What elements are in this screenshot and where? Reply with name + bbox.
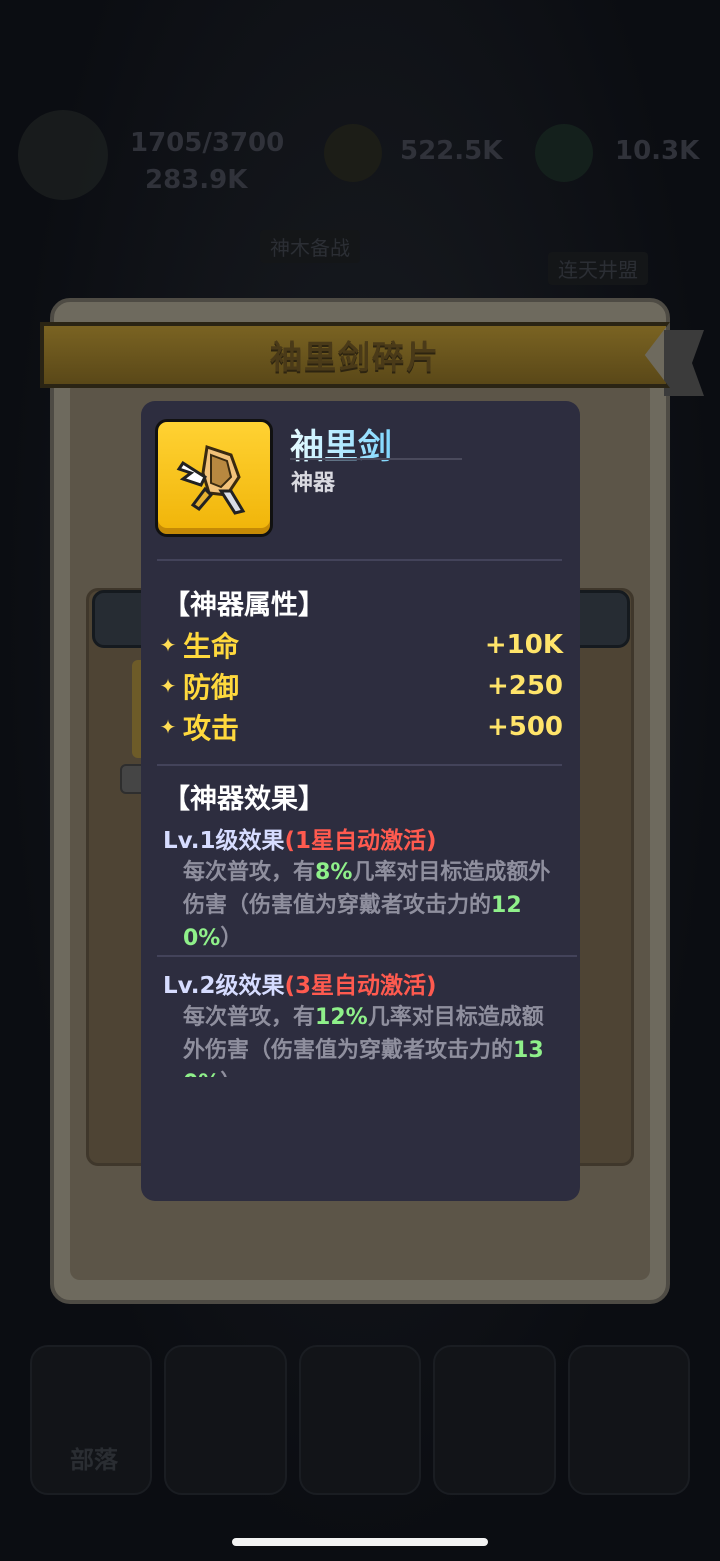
item-tooltip-card: 袖里剑 神器 【神器属性】 ✦ 生命 +10K ✦ 防御 +250 ✦ 攻击 +… [141, 401, 580, 1201]
sparkle-icon: ✦ [159, 674, 177, 698]
effects-title: 【神器效果】 [163, 784, 325, 815]
effect-level-1-title: Lv.1级效果(1星自动激活) [163, 821, 437, 855]
stat-row-hp: ✦ 生命 +10K [155, 626, 563, 664]
effect-level-2-title: Lv.2级效果(3星自动激活) [163, 966, 437, 1000]
desc-highlight: 8% [315, 860, 353, 885]
stat-name: 攻击 [183, 712, 240, 745]
hud-coins-text: 522.5K [400, 136, 503, 166]
hud-event-label: 神木备战 [260, 230, 360, 263]
item-name: 袖里剑 [290, 419, 392, 468]
panel-title-ribbon: 袖里剑碎片 [40, 322, 670, 388]
divider [157, 955, 577, 957]
player-avatar [18, 110, 108, 200]
home-indicator[interactable] [232, 1538, 488, 1546]
divider [157, 764, 562, 766]
effect-activation: (1星自动激活) [284, 828, 437, 854]
coin-icon [324, 124, 382, 182]
stat-row-attack: ✦ 攻击 +500 [155, 708, 563, 746]
stat-value: +10K [484, 630, 563, 660]
effect-level-label: Lv.1级效果 [163, 828, 285, 854]
hud-gems-text: 10.3K [615, 136, 700, 166]
sparkle-icon: ✦ [159, 633, 177, 657]
desc-text: 每次普攻，有 [183, 860, 316, 885]
item-type: 神器 [291, 471, 336, 496]
sparkle-icon: ✦ [159, 715, 177, 739]
hud-event-label-2: 连天井盟 [548, 252, 648, 285]
hud-progress-text: 1705/3700 [130, 128, 285, 158]
bottom-navigation [30, 1345, 691, 1495]
hidden-blade-icon [155, 419, 273, 537]
stat-name: 防御 [183, 671, 240, 704]
effect-activation: (3星自动激活) [284, 973, 437, 999]
nav-slot [298, 1345, 422, 1495]
desc-text: ） [220, 1071, 242, 1077]
effect-level-1-desc: 每次普攻，有8%几率对目标造成额外伤害（伤害值为穿戴者攻击力的120%） [183, 856, 563, 955]
stat-value: +250 [486, 671, 563, 701]
gem-icon [535, 124, 593, 182]
attributes-title: 【神器属性】 [163, 590, 325, 621]
effect-level-label: Lv.2级效果 [163, 973, 285, 999]
desc-text: ） [220, 926, 243, 951]
desc-text: 每次普攻，有 [183, 1005, 316, 1030]
nav-tribe-label: 部落 [70, 1446, 118, 1474]
nav-slot [433, 1345, 556, 1495]
panel-title: 袖里剑碎片 [269, 338, 440, 376]
hud-power-text: 283.9K [145, 165, 248, 195]
stat-name: 生命 [183, 630, 240, 663]
stat-row-defense: ✦ 防御 +250 [155, 667, 563, 705]
nav-slot [164, 1345, 287, 1495]
desc-highlight: 12% [315, 1005, 368, 1030]
effect-level-2-desc: 每次普攻，有12%几率对目标造成额外伤害（伤害值为穿戴者攻击力的130%） [183, 1001, 563, 1077]
divider [157, 559, 562, 561]
stat-value: +500 [486, 712, 563, 742]
nav-slot [567, 1345, 691, 1495]
name-underline [290, 458, 462, 460]
